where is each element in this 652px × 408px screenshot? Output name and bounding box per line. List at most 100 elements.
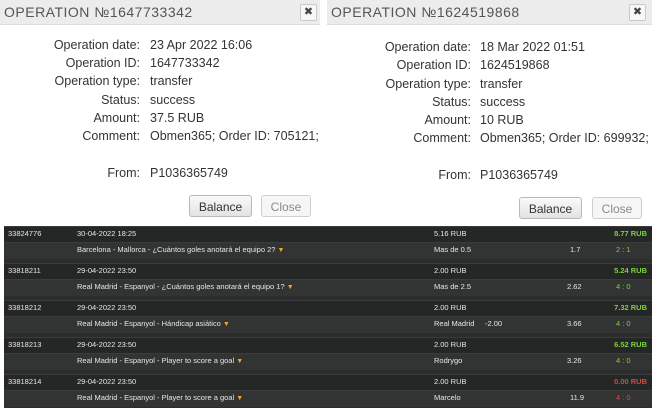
bet-stake: 2.00 RUB <box>434 266 467 275</box>
bet-detail-row[interactable]: Real Madrid - Espanyol - Player to score… <box>4 390 652 407</box>
dialog-header: OPERATION №1647733342 ✖ <box>0 0 320 25</box>
close-icon[interactable]: ✖ <box>300 4 317 21</box>
close-button[interactable]: Close <box>261 195 311 217</box>
dialog-title: OPERATION №1624519868 <box>331 4 520 20</box>
bet-history-table: 33824776 30-04-2022 18:25 5.16 RUB 8.77 … <box>4 226 652 408</box>
bet-event-text: Barcelona - Mallorca - ¿Cuántos goles an… <box>77 245 276 254</box>
bet-payout: 6.52 RUB <box>614 340 647 349</box>
dropdown-triangle-icon[interactable]: ▼ <box>223 321 230 328</box>
field-value: Obmen365; Order ID: 705121; <box>150 129 319 143</box>
bet-payout: 0.00 RUB <box>614 377 647 386</box>
bet-event: Real Madrid - Espanyol - ¿Cuántos goles … <box>77 282 294 291</box>
bet-stake: 2.00 RUB <box>434 303 467 312</box>
bet-score: 4 : 0 <box>616 282 631 291</box>
bet-score: 4 : 0 <box>616 319 631 328</box>
bet-detail-row[interactable]: Real Madrid - Espanyol - Hándicap asiáti… <box>4 316 652 333</box>
bet-score: 4 : 0 <box>616 393 631 402</box>
field-label: Operation type: <box>385 77 471 91</box>
bet-handicap: -2.00 <box>485 319 503 328</box>
dropdown-triangle-icon[interactable]: ▼ <box>236 358 243 365</box>
field-label: Comment: <box>413 131 471 145</box>
bet-payout: 7.32 RUB <box>614 303 647 312</box>
field-label: From: <box>107 166 140 180</box>
bet-id: 33824776 <box>8 229 42 238</box>
field-value: 18 Mar 2022 01:51 <box>480 40 585 54</box>
bet-payout: 5.24 RUB <box>614 266 647 275</box>
dropdown-triangle-icon[interactable]: ▼ <box>278 247 285 254</box>
field-value: Obmen365; Order ID: 699932; <box>480 131 649 145</box>
bet-detail-row[interactable]: Real Madrid - Espanyol - Player to score… <box>4 353 652 370</box>
field-value: 10 RUB <box>480 113 524 127</box>
bet-odds: 2.62 <box>567 282 582 291</box>
bet-selection: Mas de 2.5 <box>434 282 472 291</box>
field-label: Operation date: <box>53 38 140 52</box>
field-label: Operation ID: <box>65 56 140 70</box>
field-value: 1647733342 <box>150 56 220 70</box>
field-label: Status: <box>432 95 471 109</box>
bet-event-text: Real Madrid - Espanyol - Player to score… <box>77 356 235 365</box>
bet-datetime: 29-04-2022 23:50 <box>77 340 137 349</box>
bet-id: 33818212 <box>8 303 42 312</box>
balance-button[interactable]: Balance <box>519 197 582 219</box>
bet-datetime: 29-04-2022 23:50 <box>77 266 137 275</box>
bet-selection: Mas de 0.5 <box>434 245 472 254</box>
bet-header-row[interactable]: 33818211 29-04-2022 23:50 2.00 RUB 5.24 … <box>4 263 652 280</box>
bet-stake: 2.00 RUB <box>434 377 467 386</box>
bet-event: Barcelona - Mallorca - ¿Cuántos goles an… <box>77 245 284 254</box>
bet-event: Real Madrid - Espanyol - Hándicap asiáti… <box>77 319 230 328</box>
dialog-title: OPERATION №1647733342 <box>4 4 193 20</box>
bet-detail-row[interactable]: Real Madrid - Espanyol - ¿Cuántos goles … <box>4 279 652 296</box>
field-label: Operation date: <box>384 40 471 54</box>
bet-header-row[interactable]: 33818214 29-04-2022 23:50 2.00 RUB 0.00 … <box>4 374 652 391</box>
field-value: success <box>150 93 196 107</box>
bet-payout: 8.77 RUB <box>614 229 647 238</box>
bet-detail-row[interactable]: Barcelona - Mallorca - ¿Cuántos goles an… <box>4 242 652 259</box>
dialog-header: OPERATION №1624519868 ✖ <box>327 0 652 25</box>
dropdown-triangle-icon[interactable]: ▼ <box>236 395 243 402</box>
field-value: P1036365749 <box>150 166 228 180</box>
operation-dialog-1: OPERATION №1647733342 ✖ Operation date: … <box>0 0 320 224</box>
field-label: Amount: <box>93 111 140 125</box>
bet-stake: 5.16 RUB <box>434 229 467 238</box>
bet-score: 2 : 1 <box>616 245 631 254</box>
field-value: success <box>480 95 526 109</box>
field-value: transfer <box>480 77 523 91</box>
bet-id: 33818213 <box>8 340 42 349</box>
field-value: 23 Apr 2022 16:06 <box>150 38 253 52</box>
field-value: P1036365749 <box>480 168 558 182</box>
field-value: 37.5 RUB <box>150 111 205 125</box>
field-label: From: <box>438 168 471 182</box>
field-value: transfer <box>150 74 193 88</box>
bet-header-row[interactable]: 33818212 29-04-2022 23:50 2.00 RUB 7.32 … <box>4 300 652 317</box>
operation-dialog-2: OPERATION №1624519868 ✖ Operation date: … <box>327 0 652 224</box>
bet-header-row[interactable]: 33818213 29-04-2022 23:50 2.00 RUB 6.52 … <box>4 337 652 354</box>
bet-stake: 2.00 RUB <box>434 340 467 349</box>
field-label: Operation type: <box>54 74 140 88</box>
bet-datetime: 29-04-2022 23:50 <box>77 377 137 386</box>
field-value: 1624519868 <box>480 58 550 72</box>
bet-odds: 3.66 <box>567 319 582 328</box>
field-label: Operation ID: <box>396 58 471 72</box>
bet-event: Real Madrid - Espanyol - Player to score… <box>77 356 243 365</box>
field-label: Amount: <box>424 113 471 127</box>
bet-event-text: Real Madrid - Espanyol - ¿Cuántos goles … <box>77 282 285 291</box>
bet-selection: Marcelo <box>434 393 461 402</box>
balance-button[interactable]: Balance <box>189 195 252 217</box>
bet-datetime: 29-04-2022 23:50 <box>77 303 137 312</box>
bet-selection: Real Madrid <box>434 319 475 328</box>
field-label: Status: <box>101 93 140 107</box>
bet-odds: 1.7 <box>570 245 581 254</box>
close-button[interactable]: Close <box>592 197 642 219</box>
bet-score: 4 : 0 <box>616 356 631 365</box>
close-icon[interactable]: ✖ <box>629 4 646 21</box>
bet-header-row[interactable]: 33824776 30-04-2022 18:25 5.16 RUB 8.77 … <box>4 226 652 243</box>
bet-event-text: Real Madrid - Espanyol - Hándicap asiáti… <box>77 319 221 328</box>
bet-odds: 11.9 <box>570 393 585 402</box>
bet-id: 33818214 <box>8 377 42 386</box>
bet-selection: Rodrygo <box>434 356 463 365</box>
dropdown-triangle-icon[interactable]: ▼ <box>287 284 294 291</box>
bet-datetime: 30-04-2022 18:25 <box>77 229 137 238</box>
bet-event-text: Real Madrid - Espanyol - Player to score… <box>77 393 235 402</box>
bet-event: Real Madrid - Espanyol - Player to score… <box>77 393 243 402</box>
field-label: Comment: <box>82 129 140 143</box>
